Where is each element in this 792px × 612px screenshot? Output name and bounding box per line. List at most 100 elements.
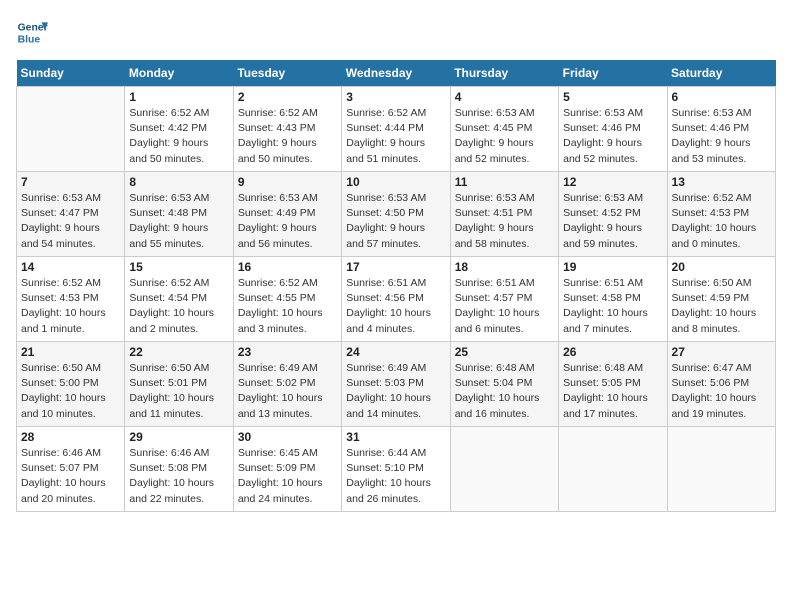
calendar-cell xyxy=(559,427,667,512)
day-info: Sunrise: 6:50 AM Sunset: 4:59 PM Dayligh… xyxy=(672,276,771,337)
day-info: Sunrise: 6:53 AM Sunset: 4:48 PM Dayligh… xyxy=(129,191,228,252)
day-info: Sunrise: 6:50 AM Sunset: 5:01 PM Dayligh… xyxy=(129,361,228,422)
calendar-cell: 10 Sunrise: 6:53 AM Sunset: 4:50 PM Dayli… xyxy=(342,172,450,257)
logo: General Blue xyxy=(16,16,48,48)
calendar-cell: 7 Sunrise: 6:53 AM Sunset: 4:47 PM Daylig… xyxy=(17,172,125,257)
week-row-4: 28 Sunrise: 6:46 AM Sunset: 5:07 PM Dayli… xyxy=(17,427,776,512)
weekday-saturday: Saturday xyxy=(667,60,775,87)
calendar-cell: 24Sunrise: 6:49 AM Sunset: 5:03 PM Dayli… xyxy=(342,342,450,427)
day-info: Sunrise: 6:53 AM Sunset: 4:49 PM Dayligh… xyxy=(238,191,337,252)
day-number: 10 xyxy=(346,175,445,189)
week-row-1: 7 Sunrise: 6:53 AM Sunset: 4:47 PM Daylig… xyxy=(17,172,776,257)
day-number: 2 xyxy=(238,90,337,104)
calendar-cell: 5Sunrise: 6:53 AM Sunset: 4:46 PM Daylig… xyxy=(559,87,667,172)
day-info: Sunrise: 6:52 AM Sunset: 4:54 PM Dayligh… xyxy=(129,276,228,337)
calendar-cell: 31 Sunrise: 6:44 AM Sunset: 5:10 PM Dayli… xyxy=(342,427,450,512)
day-number: 4 xyxy=(455,90,554,104)
day-number: 20 xyxy=(672,260,771,274)
day-number: 3 xyxy=(346,90,445,104)
day-number: 30 xyxy=(238,430,337,444)
day-number: 7 xyxy=(21,175,120,189)
weekday-header-row: SundayMondayTuesdayWednesdayThursdayFrid… xyxy=(17,60,776,87)
calendar-cell: 3Sunrise: 6:52 AM Sunset: 4:44 PM Daylig… xyxy=(342,87,450,172)
calendar-cell: 23 Sunrise: 6:49 AM Sunset: 5:02 PM Dayli… xyxy=(233,342,341,427)
day-info: Sunrise: 6:52 AM Sunset: 4:53 PM Dayligh… xyxy=(672,191,771,252)
day-info: Sunrise: 6:52 AM Sunset: 4:42 PM Dayligh… xyxy=(129,106,228,167)
day-info: Sunrise: 6:45 AM Sunset: 5:09 PM Dayligh… xyxy=(238,446,337,507)
svg-text:Blue: Blue xyxy=(18,34,41,45)
day-info: Sunrise: 6:53 AM Sunset: 4:52 PM Dayligh… xyxy=(563,191,662,252)
calendar-cell: 8 Sunrise: 6:53 AM Sunset: 4:48 PM Daylig… xyxy=(125,172,233,257)
day-number: 12 xyxy=(563,175,662,189)
calendar-cell: 20 Sunrise: 6:50 AM Sunset: 4:59 PM Dayli… xyxy=(667,257,775,342)
day-number: 31 xyxy=(346,430,445,444)
day-info: Sunrise: 6:49 AM Sunset: 5:02 PM Dayligh… xyxy=(238,361,337,422)
week-row-0: 1 Sunrise: 6:52 AM Sunset: 4:42 PM Daylig… xyxy=(17,87,776,172)
day-number: 19 xyxy=(563,260,662,274)
weekday-tuesday: Tuesday xyxy=(233,60,341,87)
day-number: 8 xyxy=(129,175,228,189)
day-info: Sunrise: 6:44 AM Sunset: 5:10 PM Dayligh… xyxy=(346,446,445,507)
day-info: Sunrise: 6:51 AM Sunset: 4:57 PM Dayligh… xyxy=(455,276,554,337)
day-info: Sunrise: 6:51 AM Sunset: 4:56 PM Dayligh… xyxy=(346,276,445,337)
day-number: 21 xyxy=(21,345,120,359)
day-info: Sunrise: 6:52 AM Sunset: 4:53 PM Dayligh… xyxy=(21,276,120,337)
day-info: Sunrise: 6:48 AM Sunset: 5:04 PM Dayligh… xyxy=(455,361,554,422)
day-number: 15 xyxy=(129,260,228,274)
day-number: 16 xyxy=(238,260,337,274)
calendar-cell: 30 Sunrise: 6:45 AM Sunset: 5:09 PM Dayli… xyxy=(233,427,341,512)
day-number: 25 xyxy=(455,345,554,359)
weekday-monday: Monday xyxy=(125,60,233,87)
calendar-cell: 11Sunrise: 6:53 AM Sunset: 4:51 PM Dayli… xyxy=(450,172,558,257)
weekday-wednesday: Wednesday xyxy=(342,60,450,87)
day-number: 26 xyxy=(563,345,662,359)
calendar-cell: 14 Sunrise: 6:52 AM Sunset: 4:53 PM Dayli… xyxy=(17,257,125,342)
calendar-cell: 6Sunrise: 6:53 AM Sunset: 4:46 PM Daylig… xyxy=(667,87,775,172)
calendar-cell: 28 Sunrise: 6:46 AM Sunset: 5:07 PM Dayli… xyxy=(17,427,125,512)
day-info: Sunrise: 6:53 AM Sunset: 4:45 PM Dayligh… xyxy=(455,106,554,167)
day-number: 13 xyxy=(672,175,771,189)
page-header: General Blue xyxy=(16,16,776,48)
calendar-cell: 13 Sunrise: 6:52 AM Sunset: 4:53 PM Dayli… xyxy=(667,172,775,257)
day-number: 29 xyxy=(129,430,228,444)
calendar-cell: 27 Sunrise: 6:47 AM Sunset: 5:06 PM Dayli… xyxy=(667,342,775,427)
calendar-table: SundayMondayTuesdayWednesdayThursdayFrid… xyxy=(16,60,776,512)
day-info: Sunrise: 6:47 AM Sunset: 5:06 PM Dayligh… xyxy=(672,361,771,422)
day-info: Sunrise: 6:52 AM Sunset: 4:55 PM Dayligh… xyxy=(238,276,337,337)
day-info: Sunrise: 6:53 AM Sunset: 4:50 PM Dayligh… xyxy=(346,191,445,252)
day-info: Sunrise: 6:48 AM Sunset: 5:05 PM Dayligh… xyxy=(563,361,662,422)
calendar-cell: 29 Sunrise: 6:46 AM Sunset: 5:08 PM Dayli… xyxy=(125,427,233,512)
day-number: 5 xyxy=(563,90,662,104)
weekday-sunday: Sunday xyxy=(17,60,125,87)
day-info: Sunrise: 6:53 AM Sunset: 4:51 PM Dayligh… xyxy=(455,191,554,252)
day-number: 9 xyxy=(238,175,337,189)
day-number: 17 xyxy=(346,260,445,274)
calendar-cell: 16 Sunrise: 6:52 AM Sunset: 4:55 PM Dayli… xyxy=(233,257,341,342)
day-number: 27 xyxy=(672,345,771,359)
day-info: Sunrise: 6:46 AM Sunset: 5:08 PM Dayligh… xyxy=(129,446,228,507)
calendar-cell xyxy=(17,87,125,172)
week-row-3: 21 Sunrise: 6:50 AM Sunset: 5:00 PM Dayli… xyxy=(17,342,776,427)
day-number: 1 xyxy=(129,90,228,104)
weekday-friday: Friday xyxy=(559,60,667,87)
calendar-cell: 19Sunrise: 6:51 AM Sunset: 4:58 PM Dayli… xyxy=(559,257,667,342)
calendar-cell: 15 Sunrise: 6:52 AM Sunset: 4:54 PM Dayli… xyxy=(125,257,233,342)
weekday-thursday: Thursday xyxy=(450,60,558,87)
calendar-cell: 21 Sunrise: 6:50 AM Sunset: 5:00 PM Dayli… xyxy=(17,342,125,427)
calendar-cell xyxy=(450,427,558,512)
calendar-cell: 18 Sunrise: 6:51 AM Sunset: 4:57 PM Dayli… xyxy=(450,257,558,342)
day-number: 22 xyxy=(129,345,228,359)
calendar-cell: 26 Sunrise: 6:48 AM Sunset: 5:05 PM Dayli… xyxy=(559,342,667,427)
day-info: Sunrise: 6:46 AM Sunset: 5:07 PM Dayligh… xyxy=(21,446,120,507)
day-info: Sunrise: 6:50 AM Sunset: 5:00 PM Dayligh… xyxy=(21,361,120,422)
calendar-cell: 25 Sunrise: 6:48 AM Sunset: 5:04 PM Dayli… xyxy=(450,342,558,427)
calendar-cell: 22 Sunrise: 6:50 AM Sunset: 5:01 PM Dayli… xyxy=(125,342,233,427)
day-info: Sunrise: 6:53 AM Sunset: 4:47 PM Dayligh… xyxy=(21,191,120,252)
day-info: Sunrise: 6:49 AM Sunset: 5:03 PM Dayligh… xyxy=(346,361,445,422)
day-number: 14 xyxy=(21,260,120,274)
calendar-cell: 12 Sunrise: 6:53 AM Sunset: 4:52 PM Dayli… xyxy=(559,172,667,257)
day-number: 28 xyxy=(21,430,120,444)
day-number: 23 xyxy=(238,345,337,359)
day-number: 18 xyxy=(455,260,554,274)
calendar-cell xyxy=(667,427,775,512)
